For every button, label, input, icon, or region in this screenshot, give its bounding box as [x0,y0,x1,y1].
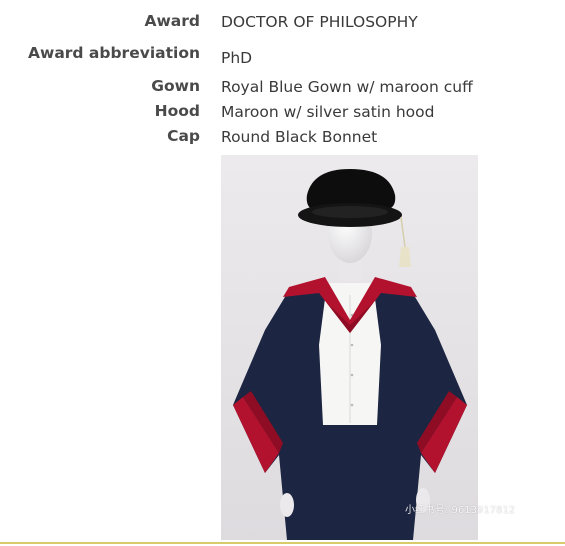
cap-row: Cap Round Black Bonnet [0,126,565,150]
award-abbreviation-label: Award abbreviation [28,44,200,62]
watermark-text: 小红书号: 9613917812 [405,505,516,516]
mannequin-illustration [221,155,478,540]
cap-label: Cap [167,127,200,145]
gown-row: Gown Royal Blue Gown w/ maroon cuff [0,76,565,100]
award-value: DOCTOR OF PHILOSOPHY [221,13,418,31]
watermark-badge: 小红书 [487,484,525,502]
cap-value: Round Black Bonnet [221,128,378,146]
left-hand [280,493,294,517]
hood-row: Hood Maroon w/ silver satin hood [0,101,565,125]
award-abbreviation-value: PhD [221,49,253,67]
hood-value: Maroon w/ silver satin hood [221,103,435,121]
tassel [399,247,411,267]
award-abbreviation-row: Award abbreviation PhD [0,43,565,67]
award-row: Award DOCTOR OF PHILOSOPHY [0,11,565,35]
gown-value: Royal Blue Gown w/ maroon cuff [221,78,473,96]
regalia-photo [221,155,478,540]
gown-label: Gown [151,77,200,95]
award-label: Award [144,12,200,30]
hood-label: Hood [154,102,200,120]
bottom-divider [0,542,565,544]
